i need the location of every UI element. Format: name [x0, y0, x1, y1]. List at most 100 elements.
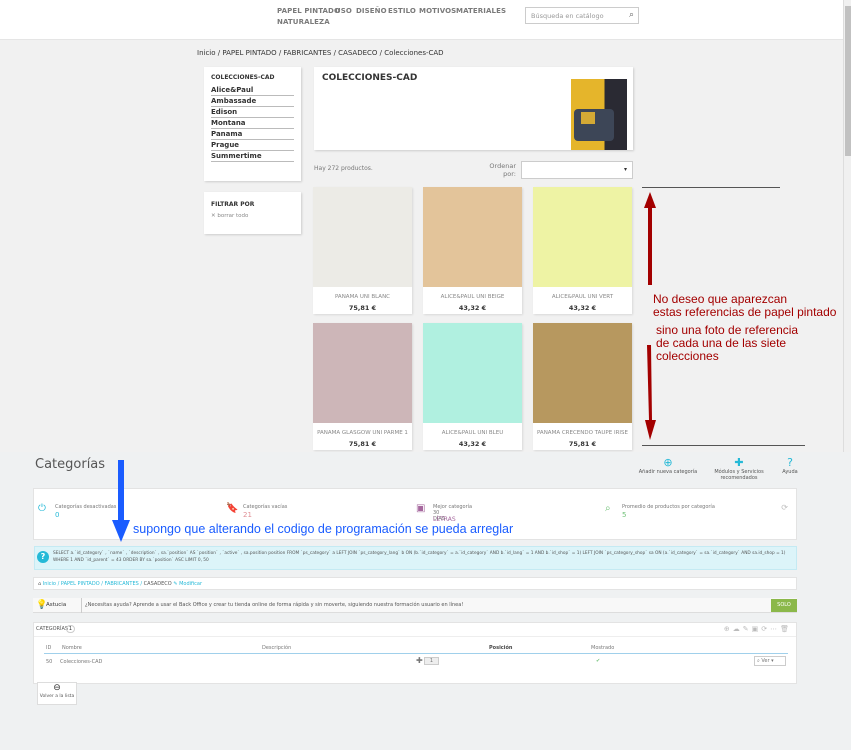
- category-title: COLECCIONES-CAD: [322, 73, 418, 83]
- nav-uso[interactable]: USO: [335, 7, 352, 15]
- tip-text: ¿Necesitas ayuda? Aprende a usar el Back…: [85, 602, 464, 608]
- product-price: 43,32 €: [568, 304, 597, 312]
- product-name[interactable]: ALICE&PAUL UNI BEIGE: [423, 294, 522, 300]
- back-to-list-button[interactable]: ⊖ Volver a la lista: [37, 682, 77, 705]
- tip-button[interactable]: SOLO: [771, 599, 797, 612]
- clear-filters-label: borrar todo: [217, 213, 249, 219]
- divider: [642, 187, 780, 188]
- admin-breadcrumb: ⌂ Inicio / PAPEL PINTADO / FABRICANTES /…: [33, 577, 797, 590]
- product-image[interactable]: [533, 323, 632, 423]
- sidebar-title: COLECCIONES-CAD: [211, 74, 275, 81]
- shown-check-icon[interactable]: ✔: [596, 658, 600, 664]
- blue-arrow-icon: [112, 460, 130, 542]
- table-row[interactable]: 50 Colecciones-CAD ✚ 1 ✔ ⌕ Ver ▾: [44, 655, 788, 669]
- nav-materiales[interactable]: MATERIALES: [456, 7, 506, 15]
- breadcrumb-item[interactable]: PAPEL PINTADO: [61, 581, 100, 587]
- search-icon[interactable]: ⌕: [629, 10, 634, 20]
- puzzle-icon: ✚: [734, 456, 744, 469]
- search-input[interactable]: Búsqueda en catálogo ⌕: [525, 7, 639, 24]
- view-label: Ver: [761, 658, 770, 664]
- sidebar-item[interactable]: Panama: [211, 129, 294, 140]
- categories-table: ID Nombre Descripción Posición Mostrado …: [44, 645, 788, 679]
- col-shown: Mostrado: [591, 645, 615, 651]
- category-header: COLECCIONES-CAD: [314, 67, 633, 150]
- nav-naturaleza[interactable]: NATURALEZA: [277, 18, 330, 26]
- breadcrumb-item[interactable]: FABRICANTES: [105, 581, 139, 587]
- back-label: Volver a la lista: [39, 694, 75, 699]
- breadcrumb-item[interactable]: Inicio: [43, 581, 56, 587]
- product-card[interactable]: ALICE&PAUL UNI VERT 43,32 €: [533, 187, 632, 314]
- back-arrow-icon: ⊖: [53, 683, 61, 693]
- product-name[interactable]: PANAMA GLASGOW UNI PARME 1: [313, 430, 412, 436]
- product-image[interactable]: [533, 187, 632, 287]
- scrollbar[interactable]: [843, 0, 851, 452]
- view-button[interactable]: ⌕ Ver ▾: [754, 656, 786, 666]
- clear-filters-link[interactable]: ✕ borrar todo: [211, 213, 294, 219]
- bookmark-icon: 🔖: [226, 503, 239, 514]
- drag-handle-icon[interactable]: ✚: [416, 656, 423, 665]
- product-card[interactable]: PANAMA UNI BLANC 75,81 €: [313, 187, 412, 314]
- kpi-value: 5: [622, 511, 627, 519]
- help-icon: ?: [787, 456, 793, 469]
- product-price: 43,32 €: [458, 304, 487, 312]
- product-image[interactable]: [313, 323, 412, 423]
- sidebar-item[interactable]: Prague: [211, 140, 294, 151]
- breadcrumb[interactable]: Inicio / PAPEL PINTADO / FABRICANTES / C…: [197, 49, 444, 57]
- refresh-icon[interactable]: ⟳: [781, 503, 788, 512]
- product-price: 75,81 €: [348, 304, 377, 312]
- add-category-button[interactable]: ⊕ Añadir nueva categoría: [638, 456, 698, 475]
- tip-label: Astucia: [46, 602, 67, 608]
- kpi-value: 21: [243, 511, 252, 519]
- sql-query-text: SELECT a.`id_category` , `name` , `descr…: [53, 551, 786, 563]
- sidebar-item[interactable]: Alice&Paul: [211, 85, 294, 96]
- col-id: ID: [46, 645, 52, 651]
- product-image[interactable]: [423, 323, 522, 423]
- sort-select[interactable]: ▾: [521, 161, 633, 179]
- list-toolbar-icons[interactable]: ⊕☁✎▣⟳⋯🗑: [724, 625, 792, 633]
- sidebar-item[interactable]: Edison: [211, 107, 294, 118]
- product-image[interactable]: [423, 187, 522, 287]
- col-name: Nombre: [62, 645, 82, 651]
- calendar-icon: ▣: [416, 503, 426, 514]
- storefront-screenshot: PAPEL PINTADO USO DISEÑO ESTILO MOTIVOS …: [0, 0, 851, 452]
- sidebar-item[interactable]: Ambassade: [211, 96, 294, 107]
- sql-info-alert: ? SELECT a.`id_category` , `name` , `des…: [34, 546, 797, 570]
- modify-link[interactable]: ✎ Modificar: [173, 581, 202, 587]
- plus-circle-icon: ⊕: [663, 456, 673, 469]
- scrollbar-thumb[interactable]: [845, 6, 851, 156]
- annotation-text: colecciones: [656, 349, 719, 363]
- nav-motivos[interactable]: MOTIVOS: [419, 7, 456, 15]
- nav-diseno[interactable]: DISEÑO: [356, 7, 387, 15]
- sort-label: Ordenar por:: [489, 162, 516, 178]
- nav-papel-pintado[interactable]: PAPEL PINTADO: [277, 7, 340, 15]
- sidebar-item[interactable]: Montana: [211, 118, 294, 129]
- question-icon: ?: [37, 551, 49, 563]
- help-button[interactable]: ? Ayuda: [780, 456, 800, 475]
- breadcrumb-item: CASADECO: [143, 581, 172, 587]
- product-card[interactable]: PANAMA GLASGOW UNI PARME 1 75,81 €: [313, 323, 412, 450]
- product-card[interactable]: ALICE&PAUL UNI BEIGE 43,32 €: [423, 187, 522, 314]
- col-description: Descripción: [262, 645, 292, 651]
- product-card[interactable]: PANAMA CRECENDO TAUPE IRISE 75,81 €: [533, 323, 632, 450]
- row-name: Colecciones-CAD: [60, 659, 103, 665]
- product-name[interactable]: PANAMA CRECENDO TAUPE IRISE: [533, 430, 632, 436]
- page-title: Categorías: [35, 457, 106, 472]
- product-name[interactable]: ALICE&PAUL UNI VERT: [533, 294, 632, 300]
- annotation-text-blue: supongo que alterando el codigo de progr…: [133, 522, 514, 536]
- modules-button[interactable]: ✚ Módulos y Servicios recomendados: [698, 456, 780, 481]
- product-price: 75,81 €: [348, 440, 377, 448]
- kpi-label: Categorías vacías: [243, 504, 288, 510]
- list-title: CATEGORÍAS: [36, 626, 69, 632]
- row-position: 1: [424, 657, 439, 665]
- product-name[interactable]: PANAMA UNI BLANC: [313, 294, 412, 300]
- product-card[interactable]: ALICE&PAUL UNI BLEU 43,32 €: [423, 323, 522, 450]
- sidebar-collections: COLECCIONES-CAD Alice&Paul Ambassade Edi…: [204, 67, 301, 181]
- sidebar-item[interactable]: Summertime: [211, 151, 294, 162]
- power-icon: ⏻: [38, 503, 46, 514]
- divider: [642, 445, 805, 446]
- product-image[interactable]: [313, 187, 412, 287]
- product-name[interactable]: ALICE&PAUL UNI BLEU: [423, 430, 522, 436]
- product-price: 75,81 €: [568, 440, 597, 448]
- product-price: 43,32 €: [458, 440, 487, 448]
- nav-estilo[interactable]: ESTILO: [388, 7, 416, 15]
